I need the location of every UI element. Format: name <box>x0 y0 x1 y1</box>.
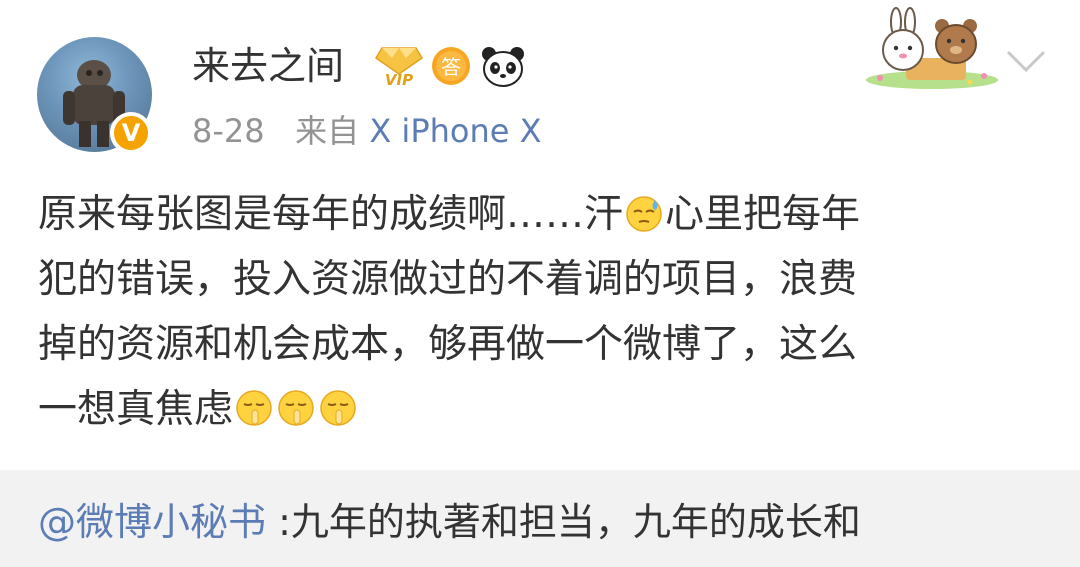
shush-emoji-icon <box>320 390 356 426</box>
verified-badge-icon: V <box>110 112 152 154</box>
content-line: 掉的资源和机会成本，够再做一个微博了，这么 <box>38 322 858 367</box>
repost-text: @微博小秘书 :九年的执著和担当，九年的成长和 <box>38 496 861 548</box>
vip-icon[interactable]: VIP <box>374 44 424 88</box>
mention-link[interactable]: @微博小秘书 <box>38 500 266 544</box>
post-meta: 8-28 来自 X iPhone X <box>192 110 542 152</box>
sweat-emoji-icon <box>626 196 662 232</box>
shush-emoji-icon <box>236 390 272 426</box>
username[interactable]: 来去之间 <box>192 40 344 92</box>
chevron-down-icon[interactable] <box>1005 48 1047 74</box>
content-line: 犯的错误，投入资源做过的不着调的项目，浪费 <box>38 257 858 302</box>
from-label: 来自 <box>295 112 360 150</box>
post-source-link[interactable]: X iPhone X <box>369 112 541 150</box>
post-time: 8-28 <box>192 112 265 150</box>
card-decoration-sticker-icon <box>866 7 998 89</box>
repost-body: :九年的执著和担当，九年的成长和 <box>278 500 861 544</box>
weibo-post-card: V 来去之间 VIP 答 8-28 来自 X iPhone X 原来每张图是每年… <box>0 0 1080 470</box>
shush-emoji-icon <box>278 390 314 426</box>
content-line: 一想真焦虑 <box>38 377 1048 442</box>
answer-badge-text: 答 <box>441 55 461 79</box>
answer-badge-icon[interactable]: 答 <box>430 44 472 88</box>
vip-text: VIP <box>385 71 413 88</box>
post-content: 原来每张图是每年的成绩啊……汗 心里把每年 犯的错误，投入资源做过的不着调的项目，… <box>38 182 1048 442</box>
panda-icon[interactable] <box>480 44 526 88</box>
repost-section[interactable]: @微博小秘书 :九年的执著和担当，九年的成长和 <box>0 470 1080 567</box>
content-line: 原来每张图是每年的成绩啊……汗 心里把每年 <box>38 192 861 237</box>
